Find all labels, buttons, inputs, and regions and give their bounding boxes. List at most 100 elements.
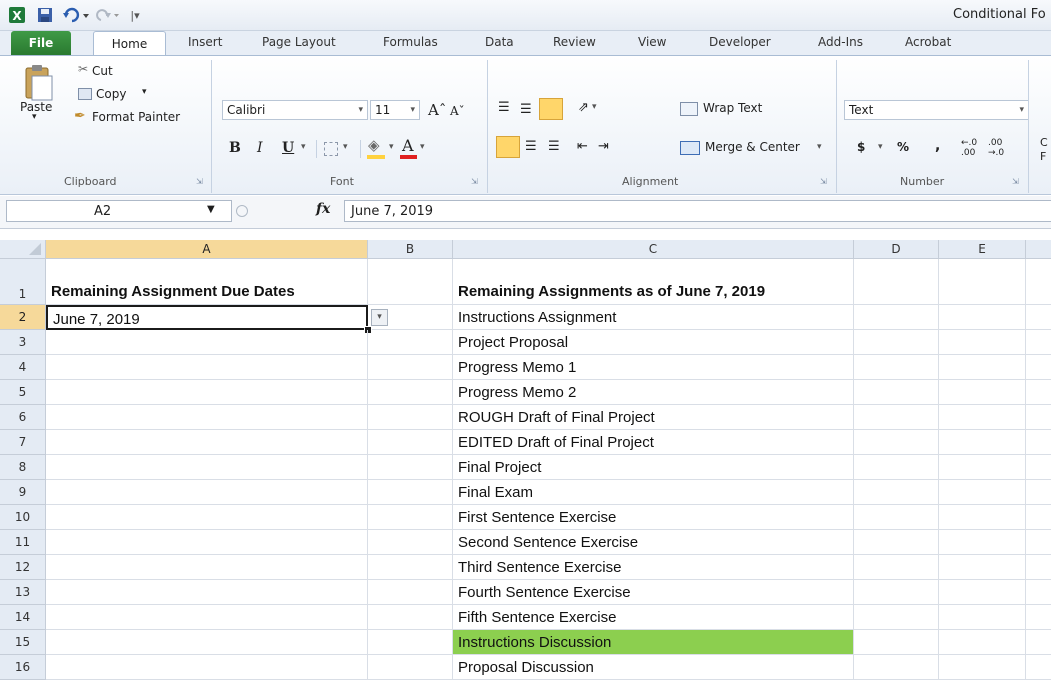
fill-color-icon[interactable]: ◈	[368, 136, 380, 154]
validation-dropdown-button[interactable]: ▾	[371, 309, 388, 326]
column-header[interactable]: D	[854, 240, 939, 259]
cell-b[interactable]	[368, 505, 453, 530]
cell-d[interactable]	[854, 655, 939, 680]
chevron-down-icon[interactable]: ▾	[301, 142, 306, 152]
cell-c[interactable]: First Sentence Exercise	[453, 505, 854, 530]
formula-input[interactable]: June 7, 2019	[344, 200, 1051, 222]
cell-c[interactable]: Final Project	[453, 455, 854, 480]
cell-a[interactable]	[46, 505, 368, 530]
cell-b[interactable]	[368, 655, 453, 680]
cell-a[interactable]	[46, 630, 368, 655]
chevron-down-icon[interactable]: ▾	[817, 142, 822, 152]
cell-f[interactable]	[1026, 430, 1051, 455]
cell-d[interactable]	[854, 455, 939, 480]
cell-c[interactable]: Final Exam	[453, 480, 854, 505]
cell-e[interactable]	[939, 605, 1026, 630]
cell-c[interactable]: EDITED Draft of Final Project	[453, 430, 854, 455]
number-format-select[interactable]: Text ▾	[844, 100, 1029, 120]
cell-d[interactable]	[854, 630, 939, 655]
merge-center-button[interactable]: Merge & Center	[705, 140, 800, 154]
row-header[interactable]: 1	[0, 259, 46, 305]
dialog-launcher-icon[interactable]: ⇲	[196, 177, 205, 186]
chevron-down-icon[interactable]: ▾	[420, 142, 425, 152]
cell-b[interactable]	[368, 455, 453, 480]
row-header[interactable]: 9	[0, 480, 46, 505]
cell-a[interactable]	[46, 530, 368, 555]
cell-c[interactable]: Second Sentence Exercise	[453, 530, 854, 555]
chevron-down-icon[interactable]: ▾	[343, 142, 348, 152]
chevron-down-icon[interactable]: ▾	[592, 102, 597, 112]
cell-d[interactable]	[854, 380, 939, 405]
cell-e[interactable]	[939, 380, 1026, 405]
cell-c[interactable]: Third Sentence Exercise	[453, 555, 854, 580]
cell-e[interactable]	[939, 455, 1026, 480]
orientation-icon[interactable]: ⇗	[578, 100, 589, 115]
cell-d[interactable]	[854, 330, 939, 355]
tab-home[interactable]: Home	[93, 31, 166, 55]
insert-function-icon[interactable]: fx	[316, 201, 330, 217]
align-right-icon[interactable]: ☰	[548, 139, 560, 154]
cell-a[interactable]	[46, 380, 368, 405]
cell-b[interactable]	[368, 530, 453, 555]
cell-b[interactable]	[368, 430, 453, 455]
excel-icon[interactable]: X	[8, 6, 26, 24]
cell-f[interactable]	[1026, 405, 1051, 430]
format-painter-button[interactable]: Format Painter	[92, 110, 180, 124]
chevron-down-icon[interactable]: ▾	[142, 87, 147, 97]
currency-button[interactable]: $	[857, 140, 865, 154]
tab-file[interactable]: File	[11, 31, 71, 55]
cell-f[interactable]	[1026, 355, 1051, 380]
chevron-down-icon[interactable]: ▾	[389, 142, 394, 152]
cell-b[interactable]	[368, 355, 453, 380]
cell-b[interactable]	[368, 480, 453, 505]
cell-a[interactable]	[46, 430, 368, 455]
row-header[interactable]: 5	[0, 380, 46, 405]
cell-d[interactable]	[854, 430, 939, 455]
bold-button[interactable]: B	[229, 140, 241, 156]
dialog-launcher-icon[interactable]: ⇲	[820, 177, 829, 186]
row-header[interactable]: 16	[0, 655, 46, 680]
cell-b[interactable]	[368, 605, 453, 630]
row-header[interactable]: 10	[0, 505, 46, 530]
cell-f[interactable]	[1026, 455, 1051, 480]
cell-b[interactable]	[368, 380, 453, 405]
cell-d[interactable]	[854, 580, 939, 605]
cell-a[interactable]	[46, 330, 368, 355]
chevron-down-icon[interactable]: ▾	[878, 142, 883, 152]
cell-e[interactable]	[939, 555, 1026, 580]
tab-view[interactable]: View	[638, 35, 666, 49]
cell-d[interactable]	[854, 555, 939, 580]
cell-b[interactable]	[368, 330, 453, 355]
increase-decimal-icon[interactable]: ←.0.00	[961, 138, 977, 158]
copy-button[interactable]: Copy	[96, 87, 126, 101]
cell-e[interactable]	[939, 430, 1026, 455]
cell-f[interactable]	[1026, 259, 1051, 305]
cell-e[interactable]	[939, 480, 1026, 505]
cell-f[interactable]	[1026, 555, 1051, 580]
cell-d[interactable]	[854, 480, 939, 505]
row-header[interactable]: 3	[0, 330, 46, 355]
cell-f[interactable]	[1026, 330, 1051, 355]
cell-e[interactable]	[939, 655, 1026, 680]
tab-insert[interactable]: Insert	[188, 35, 222, 49]
cell-e[interactable]	[939, 580, 1026, 605]
align-bottom-icon[interactable]	[539, 98, 563, 120]
cell-f[interactable]	[1026, 630, 1051, 655]
row-header[interactable]: 15	[0, 630, 46, 655]
cell-c[interactable]: Proposal Discussion	[453, 655, 854, 680]
dialog-launcher-icon[interactable]: ⇲	[471, 177, 480, 186]
font-size-select[interactable]: 11 ▾	[370, 100, 420, 120]
cell-c[interactable]: Project Proposal	[453, 330, 854, 355]
cell-b[interactable]	[368, 259, 453, 305]
underline-button[interactable]: U	[282, 140, 294, 156]
cell-d[interactable]	[854, 605, 939, 630]
cell-d[interactable]	[854, 405, 939, 430]
increase-indent-icon[interactable]: ⇥	[598, 139, 609, 154]
chevron-down-icon[interactable]: ▾	[32, 112, 37, 122]
cell-e[interactable]	[939, 505, 1026, 530]
cell-b[interactable]	[368, 555, 453, 580]
wrap-text-button[interactable]: Wrap Text	[703, 101, 762, 115]
borders-icon[interactable]	[324, 142, 338, 156]
cell-d[interactable]	[854, 305, 939, 330]
decrease-decimal-icon[interactable]: .00 →.0	[988, 138, 1004, 158]
